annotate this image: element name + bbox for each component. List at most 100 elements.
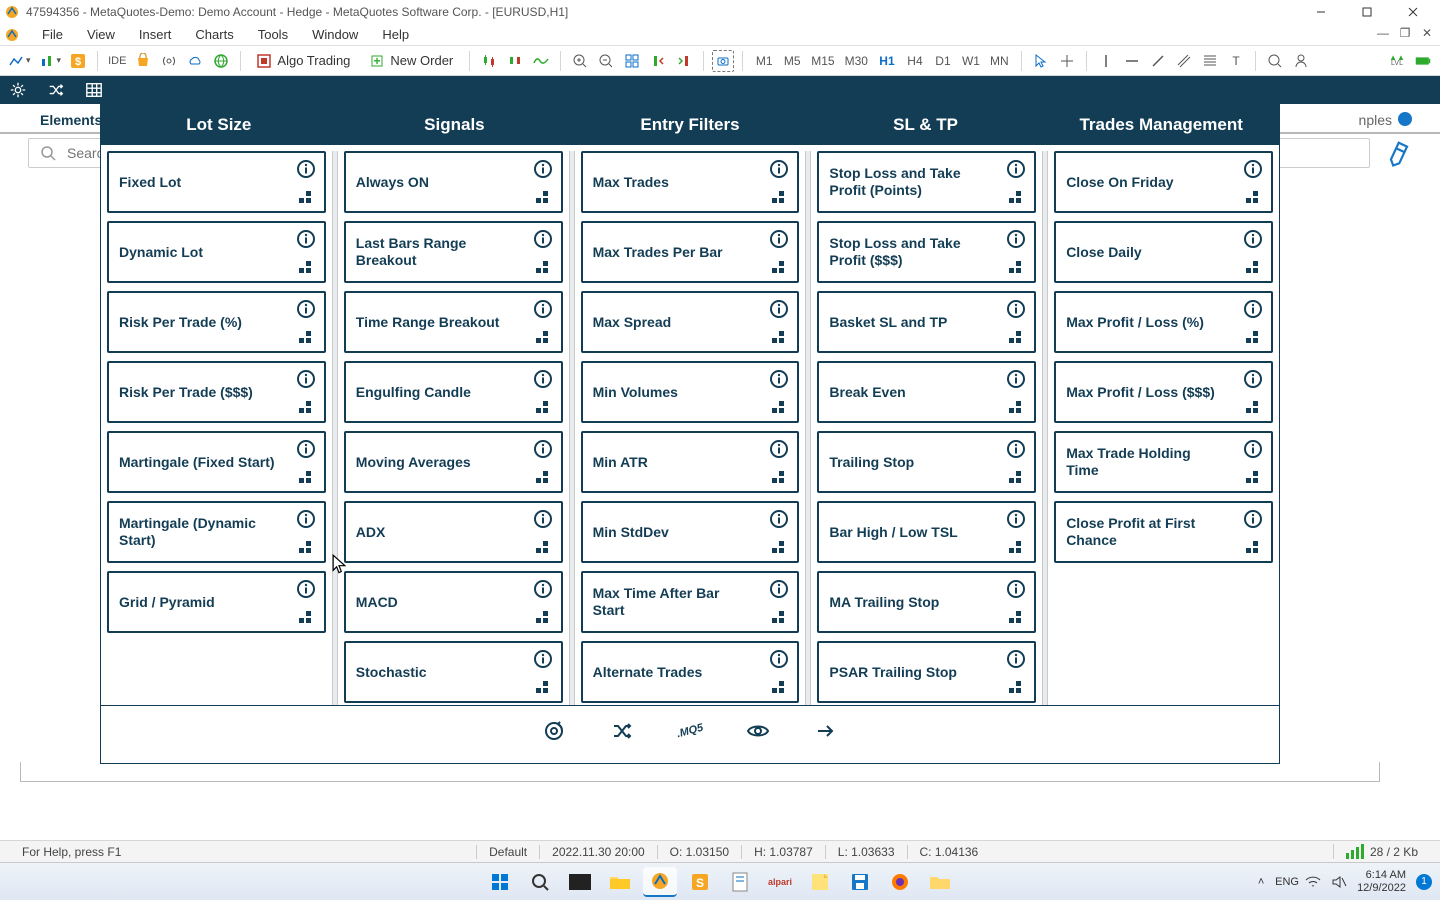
blocks-icon[interactable]	[1245, 189, 1261, 205]
blocks-icon[interactable]	[298, 469, 314, 485]
card-trades-mgmt-4[interactable]: Max Trade Holding Time	[1054, 431, 1273, 493]
info-icon[interactable]	[296, 229, 316, 249]
info-icon[interactable]	[1243, 369, 1263, 389]
channel-icon[interactable]	[1173, 50, 1195, 72]
preview-eye-icon[interactable]	[744, 717, 772, 745]
card-entry-filters-7[interactable]: Alternate Trades	[581, 641, 800, 703]
zoom-out-button[interactable]	[595, 50, 617, 72]
info-icon[interactable]	[1006, 299, 1026, 319]
info-icon[interactable]	[769, 369, 789, 389]
card-entry-filters-5[interactable]: Min StdDev	[581, 501, 800, 563]
globe-button[interactable]	[210, 50, 232, 72]
window-close-button[interactable]	[1390, 0, 1436, 24]
info-icon[interactable]	[769, 229, 789, 249]
info-icon[interactable]	[533, 159, 553, 179]
card-sl-tp-0[interactable]: Stop Loss and Take Profit (Points)	[817, 151, 1036, 213]
shuffle-panel-icon[interactable]	[608, 717, 636, 745]
info-icon[interactable]	[769, 509, 789, 529]
trendline-icon[interactable]	[1147, 50, 1169, 72]
info-icon[interactable]	[1006, 649, 1026, 669]
card-entry-filters-0[interactable]: Max Trades	[581, 151, 800, 213]
menu-window[interactable]: Window	[300, 25, 370, 44]
taskbar-app1-icon[interactable]: S	[683, 867, 717, 897]
card-trades-mgmt-5[interactable]: Close Profit at First Chance	[1054, 501, 1273, 563]
battery-icon[interactable]	[1412, 50, 1434, 72]
info-icon[interactable]	[1006, 229, 1026, 249]
card-lot-size-0[interactable]: Fixed Lot	[107, 151, 326, 213]
info-icon[interactable]	[1006, 439, 1026, 459]
card-lot-size-6[interactable]: Grid / Pyramid	[107, 571, 326, 633]
card-trades-mgmt-2[interactable]: Max Profit / Loss (%)	[1054, 291, 1273, 353]
dollar-button[interactable]: $	[67, 50, 89, 72]
blocks-icon[interactable]	[1245, 259, 1261, 275]
line-wave-icon[interactable]	[530, 50, 552, 72]
blocks-icon[interactable]	[1245, 399, 1261, 415]
card-signals-4[interactable]: Moving Averages	[344, 431, 563, 493]
window-maximize-button[interactable]	[1344, 0, 1390, 24]
card-lot-size-3[interactable]: Risk Per Trade ($$$)	[107, 361, 326, 423]
pointer-icon[interactable]	[1030, 50, 1052, 72]
menu-charts[interactable]: Charts	[183, 25, 245, 44]
info-icon[interactable]	[533, 649, 553, 669]
blocks-icon[interactable]	[298, 609, 314, 625]
info-icon[interactable]	[769, 439, 789, 459]
tray-notification-badge[interactable]: 1	[1416, 874, 1432, 890]
lvl-indicator-icon[interactable]: ▲▲LVL	[1386, 50, 1408, 72]
timeframe-m1[interactable]: M1	[751, 54, 777, 68]
info-icon[interactable]	[296, 369, 316, 389]
blocks-icon[interactable]	[771, 469, 787, 485]
ide-button[interactable]: IDE	[106, 50, 128, 72]
blocks-icon[interactable]	[1008, 539, 1024, 555]
crosshair-icon[interactable]	[1056, 50, 1078, 72]
info-icon[interactable]	[296, 159, 316, 179]
table-grid-icon[interactable]	[84, 80, 104, 100]
fibo-icon[interactable]	[1199, 50, 1221, 72]
card-entry-filters-1[interactable]: Max Trades Per Bar	[581, 221, 800, 283]
taskbar-save-icon[interactable]	[843, 867, 877, 897]
mq5-export-icon[interactable]: .MQ5	[673, 713, 707, 747]
taskbar-start-icon[interactable]	[483, 867, 517, 897]
blocks-icon[interactable]	[535, 399, 551, 415]
card-sl-tp-4[interactable]: Trailing Stop	[817, 431, 1036, 493]
forward-arrow-icon[interactable]	[812, 717, 840, 745]
info-icon[interactable]	[533, 229, 553, 249]
taskbar-explorer-icon[interactable]	[603, 867, 637, 897]
timeframe-m30[interactable]: M30	[841, 54, 872, 68]
info-icon[interactable]	[296, 299, 316, 319]
shuffle-icon[interactable]	[46, 80, 66, 100]
card-sl-tp-3[interactable]: Break Even	[817, 361, 1036, 423]
menu-tools[interactable]: Tools	[246, 25, 300, 44]
tray-speaker-icon[interactable]	[1331, 874, 1347, 890]
hline-icon[interactable]	[1121, 50, 1143, 72]
blocks-icon[interactable]	[771, 679, 787, 695]
info-icon[interactable]	[769, 579, 789, 599]
line-chart-dropdown[interactable]	[6, 50, 33, 72]
blocks-icon[interactable]	[1008, 469, 1024, 485]
info-icon[interactable]	[769, 299, 789, 319]
text-icon[interactable]: T	[1225, 50, 1247, 72]
blocks-icon[interactable]	[298, 189, 314, 205]
market-button[interactable]	[132, 50, 154, 72]
blocks-icon[interactable]	[1245, 329, 1261, 345]
info-icon[interactable]	[769, 159, 789, 179]
info-icon[interactable]	[1243, 509, 1263, 529]
taskbar-search-icon[interactable]	[523, 867, 557, 897]
blocks-icon[interactable]	[535, 189, 551, 205]
info-icon[interactable]	[296, 509, 316, 529]
account-icon[interactable]	[1290, 50, 1312, 72]
card-entry-filters-4[interactable]: Min ATR	[581, 431, 800, 493]
timeframe-h4[interactable]: H4	[902, 54, 928, 68]
card-sl-tp-1[interactable]: Stop Loss and Take Profit ($$$)	[817, 221, 1036, 283]
blocks-icon[interactable]	[298, 539, 314, 555]
menu-insert[interactable]: Insert	[127, 25, 184, 44]
grid-icon[interactable]	[621, 50, 643, 72]
taskbar-firefox-icon[interactable]	[883, 867, 917, 897]
blocks-icon[interactable]	[535, 259, 551, 275]
card-entry-filters-2[interactable]: Max Spread	[581, 291, 800, 353]
new-order-button[interactable]: +New Order	[362, 50, 461, 72]
cloud-button[interactable]	[184, 50, 206, 72]
blocks-icon[interactable]	[1008, 189, 1024, 205]
blocks-icon[interactable]	[1008, 259, 1024, 275]
blocks-icon[interactable]	[771, 259, 787, 275]
card-signals-1[interactable]: Last Bars Range Breakout	[344, 221, 563, 283]
